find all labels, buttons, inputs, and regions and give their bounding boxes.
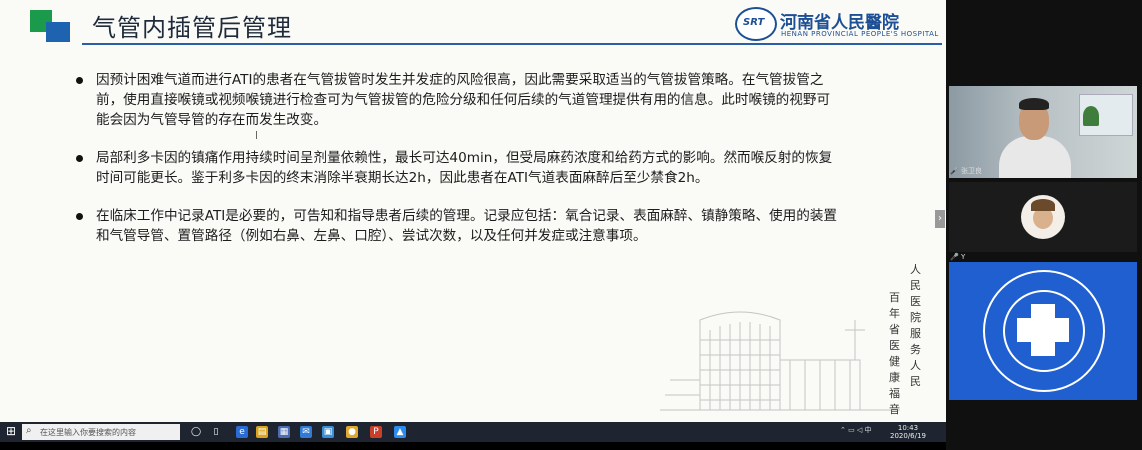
bullet-text: 因预计困难气道而进行ATI的患者在气管拔管时发生并发症的风险很高，因此需要采取适… — [96, 72, 831, 128]
hospital-building-sketch — [660, 311, 900, 411]
chrome-icon[interactable]: ● — [346, 426, 358, 438]
participants-panel: 🎤 张卫良 🎤 Y — [946, 0, 1142, 450]
bullet-dot-icon — [76, 213, 83, 220]
search-placeholder: 在这里输入你要搜索的内容 — [40, 428, 136, 437]
participant-video-tile[interactable] — [949, 86, 1137, 178]
calligraphy-column-1: 人民医院服务人民 — [910, 263, 921, 388]
clock-date: 2020/6/19 — [890, 432, 926, 440]
video-person-hair — [1019, 98, 1049, 110]
presentation-slide: 气管内插管后管理 SRT 河南省人民醫院 HENAN PROVINCIAL PE… — [0, 0, 946, 422]
bullet-dot-icon — [76, 77, 83, 84]
edge-browser-icon[interactable]: e — [236, 426, 248, 438]
powerpoint-icon[interactable]: P — [370, 426, 382, 438]
participant-avatar-tile[interactable] — [949, 182, 1137, 252]
title-divider — [82, 43, 942, 45]
mouse-cursor-icon — [256, 131, 261, 139]
task-view-icon[interactable]: ◯ — [190, 426, 202, 438]
windows-start-icon[interactable]: ⊞ — [6, 425, 18, 437]
mail-icon[interactable]: ✉ — [300, 426, 312, 438]
taskbar-search-box[interactable]: ⌕ 在这里输入你要搜索的内容 — [22, 424, 180, 440]
avatar-participant-name: Y — [960, 253, 966, 261]
search-icon: ⌕ — [26, 425, 32, 436]
app-icon[interactable]: ▣ — [322, 426, 334, 438]
participant-avatar — [1021, 195, 1065, 239]
avatar-hat — [1031, 199, 1055, 211]
next-slide-arrow[interactable]: › — [935, 210, 945, 228]
calligraphy-column-2: 百年省医健康福音 — [889, 291, 900, 416]
clock-time: 10:43 — [897, 424, 919, 432]
logo-square-blue — [46, 22, 70, 42]
hospital-name-en: HENAN PROVINCIAL PEOPLE'S HOSPITAL — [781, 30, 939, 38]
store-icon[interactable]: ▦ — [278, 426, 290, 438]
emblem-cross-horizontal — [1017, 318, 1069, 342]
shared-logo-tile[interactable] — [949, 262, 1137, 400]
emblem-text: SRT — [743, 17, 765, 28]
hospital-emblem-icon: SRT — [735, 7, 777, 41]
participant-name-video: 🎤 张卫良 — [950, 167, 982, 175]
video-person-body — [999, 136, 1071, 178]
bullet-text: 局部利多卡因的镇痛作用持续时间呈剂量依赖性，最长可达40min，但受局麻药浓度和… — [96, 150, 833, 186]
video-participant-name: 张卫良 — [960, 167, 982, 175]
video-plant — [1083, 106, 1099, 126]
bullet-item: 局部利多卡因的镇痛作用持续时间呈剂量依赖性，最长可达40min，但受局麻药浓度和… — [72, 148, 842, 188]
taskbar-clock[interactable]: 10:43 2020/6/19 — [890, 424, 926, 440]
bullet-item: 在临床工作中记录ATI是必要的，可告知和指导患者后续的管理。记录应包括：氧合记录… — [72, 206, 842, 246]
file-explorer-icon[interactable]: ▤ — [256, 426, 268, 438]
meeting-app-icon[interactable]: ▲ — [394, 426, 406, 438]
system-tray[interactable]: ⌃ ▭ ◁ 中 — [840, 425, 872, 435]
bullet-item: 因预计困难气道而进行ATI的患者在气管拔管时发生并发症的风险很高，因此需要采取适… — [72, 70, 842, 130]
association-emblem-icon — [983, 270, 1105, 392]
slide-title: 气管内插管后管理 — [92, 14, 292, 42]
windows-taskbar: ⊞ ⌕ 在这里输入你要搜索的内容 ◯ ▯ e ▤ ▦ ✉ ▣ ● P ▲ ⌃ ▭… — [0, 422, 946, 442]
bullet-dot-icon — [76, 155, 83, 162]
bullet-text: 在临床工作中记录ATI是必要的，可告知和指导患者后续的管理。记录应包括：氧合记录… — [96, 208, 838, 244]
task-switch-icon[interactable]: ▯ — [210, 426, 222, 438]
participant-name-avatar: 🎤 Y — [950, 253, 966, 261]
bullet-list: 因预计困难气道而进行ATI的患者在气管拔管时发生并发症的风险很高，因此需要采取适… — [72, 70, 842, 264]
